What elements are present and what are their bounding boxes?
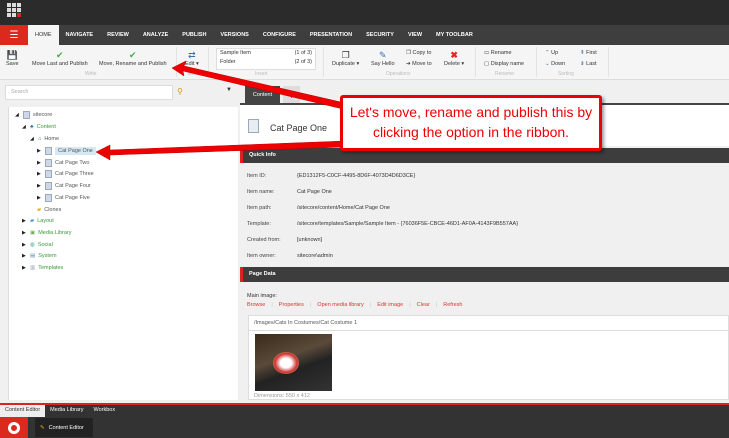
pencil-icon: ✎: [40, 424, 45, 431]
tree-node-cat-page-three[interactable]: ▶ Cat Page Three: [37, 169, 94, 179]
content-tree-pane: Search ⚲ ▼ ◢ sitecore ◢ ♣ Content ◢ ⌂ Home ▶ C…: [0, 80, 240, 403]
edit-button[interactable]: ⇄ Edit ▾: [185, 49, 199, 67]
say-hello-icon: ✎: [379, 50, 387, 60]
top-bar: [0, 0, 729, 25]
edit-icon: ⇄: [188, 50, 196, 60]
content-tree: ◢ sitecore ◢ ♣ Content ◢ ⌂ Home ▶ Cat Page One…: [8, 107, 238, 400]
tree-node-templates[interactable]: ▶ ▥ Templates: [22, 263, 63, 273]
page-data-section[interactable]: Page Data: [240, 267, 729, 282]
tree-node-cat-page-two[interactable]: ▶ Cat Page Two: [37, 158, 89, 168]
write-group-label: Write: [85, 71, 97, 77]
save-icon: 💾: [6, 50, 18, 60]
tab-home[interactable]: HOME: [28, 25, 59, 45]
insert-sample-item[interactable]: Sample Item (1 of 3): [220, 50, 312, 56]
tab-my-toolbar[interactable]: MY TOOLBAR: [429, 25, 480, 45]
image-field: /Images/Cats In Costumes/Cat Costume 1 D…: [248, 315, 729, 400]
save-button[interactable]: 💾 Save: [6, 49, 19, 67]
tree-node-sitecore[interactable]: ◢ sitecore: [15, 110, 52, 120]
tab-view[interactable]: VIEW: [401, 25, 429, 45]
up-button[interactable]: ⌃ Up: [545, 50, 558, 56]
search-icon[interactable]: ⚲: [177, 87, 183, 96]
page-icon: [248, 119, 259, 133]
delete-button[interactable]: ✖ Delete ▾: [444, 49, 464, 67]
move-rename-publish-button[interactable]: ✔ Move, Rename and Publish: [99, 49, 167, 67]
hamburger-menu-icon[interactable]: ☰: [0, 25, 28, 45]
launchpad-icon[interactable]: [7, 3, 21, 17]
tree-node-clones[interactable]: ▰ Clones: [37, 205, 61, 215]
rename-button[interactable]: ▭ Rename: [484, 50, 512, 56]
bottom-tab-media-library[interactable]: Media Library: [45, 405, 88, 417]
image-path: /Images/Cats In Costumes/Cat Costume 1: [249, 316, 728, 331]
tree-node-system[interactable]: ▶ ▤ System: [22, 251, 57, 261]
cat-image[interactable]: [255, 334, 332, 391]
clear-link[interactable]: Clear: [417, 302, 430, 308]
dropdown-icon[interactable]: ▼: [226, 87, 232, 93]
operations-group-label: Operations: [386, 71, 411, 77]
tree-node-cat-page-one[interactable]: ▶ Cat Page One: [37, 146, 96, 156]
sitecore-start-icon[interactable]: [0, 417, 28, 438]
last-button[interactable]: ⇟ Last: [580, 61, 597, 67]
field-item-owner: Item owner: sitecore\admin: [247, 253, 333, 259]
field-item-id: Item ID: {ED1312F5-C0CF-4495-8D6F-4073D4D…: [247, 173, 416, 179]
tab-navigate[interactable]: NAVIGATE: [59, 25, 101, 45]
search-tab-icon[interactable]: ⚲: [283, 86, 300, 103]
refresh-link[interactable]: Refresh: [443, 302, 462, 308]
tab-security[interactable]: SECURITY: [359, 25, 401, 45]
insert-folder[interactable]: Folder (2 of 3): [220, 59, 312, 65]
field-template: Template:/sitecore/templates/Sample/Samp…: [247, 221, 519, 227]
bottom-tab-content-editor[interactable]: Content Editor: [0, 405, 46, 417]
tree-node-social[interactable]: ▶ ◍ Social: [22, 240, 53, 250]
down-button[interactable]: ⌄ Down: [545, 61, 565, 67]
tree-node-home[interactable]: ◢ ⌂ Home: [30, 134, 59, 144]
tab-versions[interactable]: VERSIONS: [213, 25, 255, 45]
search-input[interactable]: Search: [5, 85, 173, 100]
tree-node-media-library[interactable]: ▶ ▣ Media Library: [22, 228, 72, 238]
tab-content[interactable]: Content: [245, 86, 280, 103]
ribbon-tabs: ☰ HOME NAVIGATE REVIEW ANALYZE PUBLISH V…: [0, 25, 729, 45]
edit-image-link[interactable]: Edit image: [377, 302, 403, 308]
annotation-callout: Let's move, rename and publish this by c…: [340, 95, 602, 151]
copy-to-button[interactable]: ❐ Copy to: [406, 50, 431, 56]
duplicate-icon: ❐: [341, 50, 350, 60]
sorting-group-label: Sorting: [558, 71, 574, 77]
bottom-tab-workbox[interactable]: Workbox: [89, 405, 121, 417]
tree-node-layout[interactable]: ▶ ▰ Layout: [22, 216, 54, 226]
delete-icon: ✖: [450, 50, 458, 60]
tab-analyze[interactable]: ANALYZE: [136, 25, 175, 45]
insert-group-label: Insert: [255, 71, 268, 77]
tree-node-cat-page-five[interactable]: ▶ Cat Page Five: [37, 193, 90, 203]
insert-options-list[interactable]: Sample Item (1 of 3) Folder (2 of 3): [216, 48, 316, 70]
duplicate-button[interactable]: ❐ Duplicate ▾: [332, 49, 359, 67]
tree-node-content[interactable]: ◢ ♣ Content: [22, 122, 56, 132]
bottom-tabs: Content Editor Media Library Workbox: [0, 403, 729, 417]
move-last-publish-button[interactable]: ✔ Move Last and Publish: [32, 49, 88, 67]
taskbar-content-editor[interactable]: ✎ Content Editor: [35, 418, 93, 437]
tab-presentation[interactable]: PRESENTATION: [303, 25, 359, 45]
tree-node-cat-page-four[interactable]: ▶ Cat Page Four: [37, 181, 91, 191]
properties-link[interactable]: Properties: [279, 302, 304, 308]
first-button[interactable]: ⇞ First: [580, 50, 597, 56]
display-name-button[interactable]: ▢ Display name: [484, 61, 524, 67]
rename-group-label: Rename: [495, 71, 514, 77]
main-image-label: Main image:: [247, 293, 277, 299]
move-publish-icon: ✔: [129, 50, 137, 60]
image-actions: Browse | Properties | Open media library | …: [247, 302, 463, 308]
tab-publish[interactable]: PUBLISH: [175, 25, 213, 45]
open-media-library-link[interactable]: Open media library: [317, 302, 363, 308]
field-created-from: Created from: [unknown]: [247, 237, 323, 243]
tab-configure[interactable]: CONFIGURE: [256, 25, 303, 45]
ribbon: 💾 Save ✔ Move Last and Publish ✔ Move, Rena…: [0, 45, 729, 80]
field-item-name: Item name: Cat Page One: [247, 189, 332, 195]
move-publish-icon: ✔: [56, 50, 64, 60]
move-to-button[interactable]: ➔ Move to: [406, 61, 432, 67]
image-dimensions: Dimensions: 550 x 412: [254, 393, 310, 399]
taskbar: ✎ Content Editor: [0, 417, 729, 438]
field-item-path: Item path:/sitecore/content/Home/Cat Pag…: [247, 205, 390, 211]
say-hello-button[interactable]: ✎ Say Hello: [371, 49, 395, 67]
item-title: Cat Page One: [270, 123, 328, 133]
browse-link[interactable]: Browse: [247, 302, 265, 308]
edit-group-label: Edit: [188, 71, 197, 77]
tab-review[interactable]: REVIEW: [100, 25, 136, 45]
